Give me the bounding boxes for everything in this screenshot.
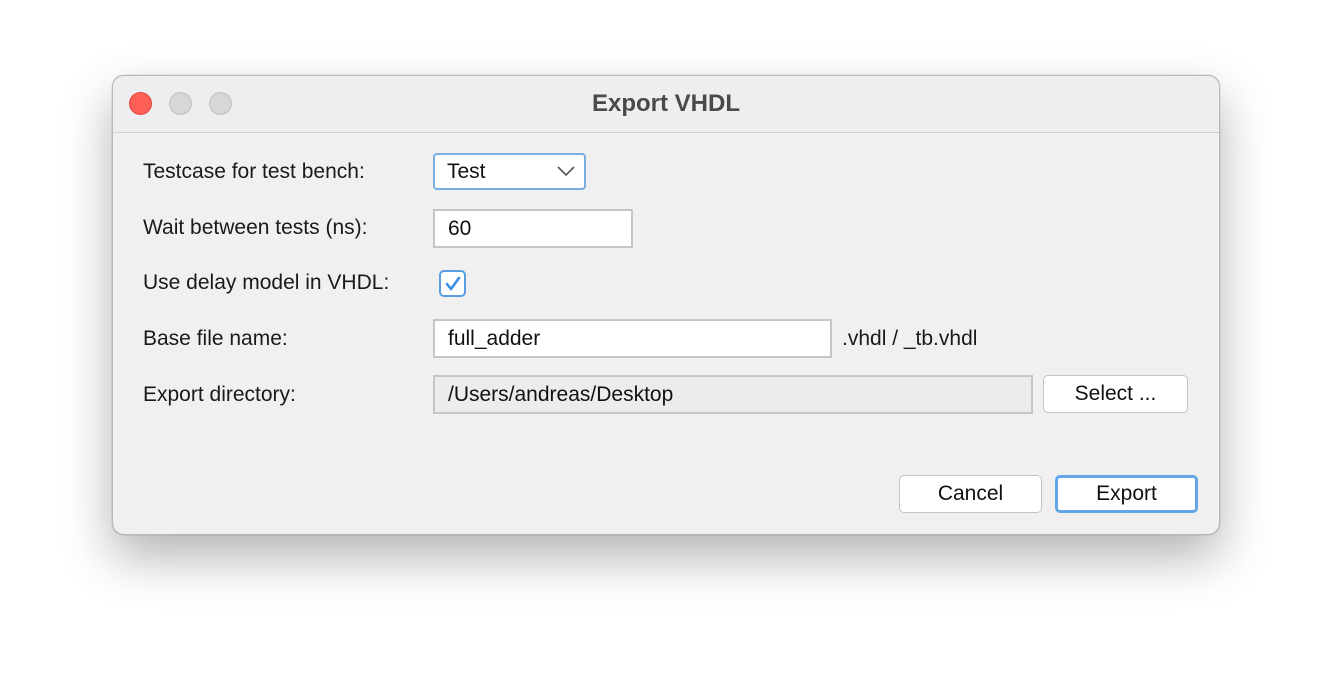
- testcase-label: Testcase for test bench:: [143, 160, 365, 183]
- testcase-select-value: Test: [447, 160, 486, 183]
- delay-model-label: Use delay model in VHDL:: [143, 271, 390, 294]
- window-title: Export VHDL: [591, 90, 740, 117]
- chevron-down-icon: [557, 166, 575, 177]
- select-directory-button[interactable]: Select ...: [1043, 375, 1188, 413]
- testcase-select[interactable]: Test: [433, 153, 586, 190]
- export-button[interactable]: Export: [1055, 475, 1198, 513]
- export-vhdl-dialog: Export VHDL Testcase for test bench: Tes…: [112, 75, 1220, 535]
- base-file-name-input[interactable]: full_adder: [433, 319, 832, 358]
- base-file-name-label: Base file name:: [143, 327, 288, 350]
- wait-input[interactable]: 60: [433, 209, 633, 248]
- title-bar[interactable]: Export VHDL: [113, 76, 1219, 133]
- file-suffix-text: .vhdl / _tb.vhdl: [842, 327, 978, 350]
- export-directory-field: /Users/andreas/Desktop: [433, 375, 1033, 414]
- wait-label: Wait between tests (ns):: [143, 216, 368, 239]
- export-directory-label: Export directory:: [143, 383, 296, 406]
- delay-model-checkbox[interactable]: [439, 270, 466, 297]
- cancel-button[interactable]: Cancel: [899, 475, 1042, 513]
- checkmark-icon: [445, 276, 461, 291]
